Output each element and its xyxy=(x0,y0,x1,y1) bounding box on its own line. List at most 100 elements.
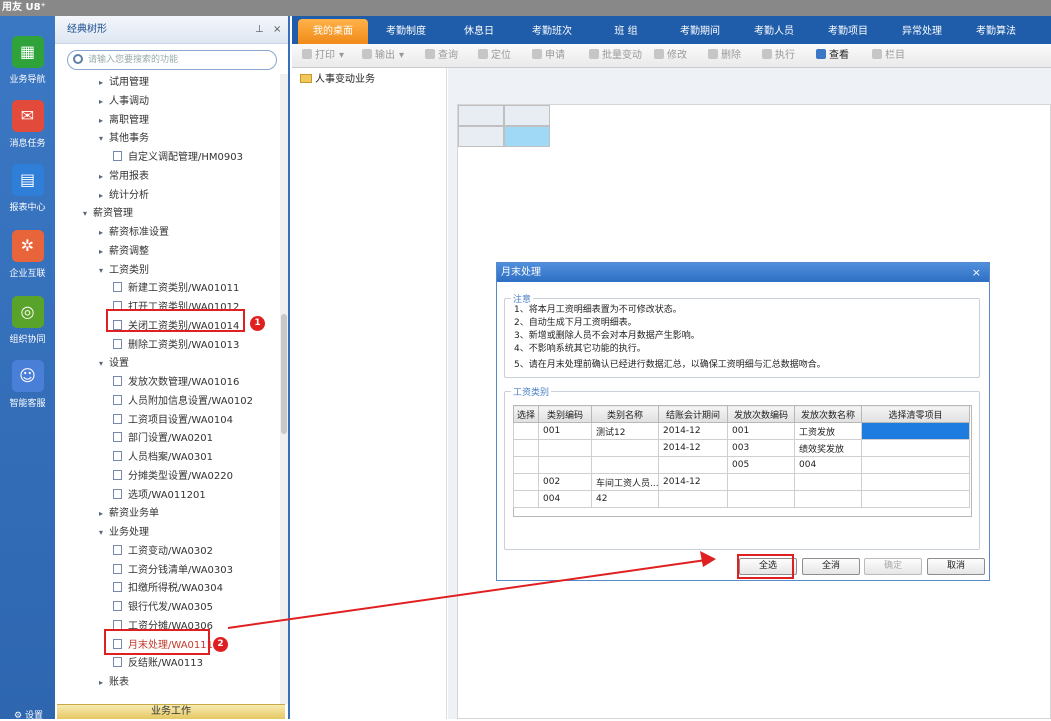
pin-icon[interactable]: ⊥ xyxy=(255,16,264,44)
tab-3[interactable]: 考勤班次 xyxy=(516,19,588,44)
toolbar-button-7[interactable]: 删除 xyxy=(708,44,741,68)
table-row[interactable]: 005 004 xyxy=(513,456,970,474)
dialog-close-icon[interactable]: × xyxy=(972,263,981,282)
tab-2[interactable]: 休息日 xyxy=(444,19,514,44)
tree-leaf[interactable]: 银行代发/WA0305 xyxy=(113,599,213,617)
clear-all-button[interactable]: 全消 xyxy=(802,558,860,575)
tab-4[interactable]: 班 组 xyxy=(590,19,662,44)
tree-leaf[interactable]: 工资变动/WA0302 xyxy=(113,543,213,561)
table-cell[interactable] xyxy=(513,422,539,440)
tree-leaf[interactable]: 发放次数管理/WA01016 xyxy=(113,374,239,392)
tree-folder[interactable]: ▾ 薪资管理 xyxy=(83,205,133,223)
tab-bar: 我的桌面考勤制度休息日考勤班次班 组考勤期间考勤人员考勤项目异常处理考勤算法假期 xyxy=(292,16,1051,44)
nav-business[interactable]: ▦ 业务导航 xyxy=(0,36,55,85)
tree-folder[interactable]: ▾ 其他事务 xyxy=(99,130,149,148)
cancel-button[interactable]: 取消 xyxy=(927,558,985,575)
nav-settings[interactable]: ⚙ 设置 xyxy=(0,708,55,721)
toolbar-label: 批量变动 xyxy=(602,50,642,61)
tree-folder[interactable]: ▾ 业务处理 xyxy=(99,524,149,542)
nav-report[interactable]: ▤ 报表中心 xyxy=(0,164,55,213)
tab-10[interactable]: 假期 xyxy=(1034,19,1051,44)
tree-leaf[interactable]: 反结账/WA0113 xyxy=(113,655,203,673)
column-header[interactable]: 类别编码 xyxy=(538,405,592,423)
tab-1[interactable]: 考勤制度 xyxy=(370,19,442,44)
tree-scrollbar[interactable] xyxy=(280,74,288,704)
close-icon[interactable]: × xyxy=(273,16,281,44)
tree-leaf[interactable]: 新建工资类别/WA01011 xyxy=(113,280,239,298)
column-header[interactable]: 选择清零项目 xyxy=(861,405,970,423)
tree-folder[interactable]: ▸ 离职管理 xyxy=(99,112,149,130)
toolbar-button-2[interactable]: 查询 xyxy=(425,44,458,68)
toolbar-button-3[interactable]: 定位 xyxy=(478,44,511,68)
table-row[interactable]: 002 车间工资人员... 2014-12 xyxy=(513,473,970,491)
search-input[interactable]: 请输入您要搜索的功能 xyxy=(67,50,277,70)
tree-leaf[interactable]: 工资分钱清单/WA0303 xyxy=(113,562,233,580)
tree-folder[interactable]: ▸ 人事调动 xyxy=(99,93,149,111)
tree-leaf[interactable]: 人员档案/WA0301 xyxy=(113,449,213,467)
nav-service[interactable]: ☺ 智能客服 xyxy=(0,360,55,409)
tree-panel-title: 经典树形 xyxy=(67,24,107,35)
column-header[interactable]: 选择 xyxy=(513,405,539,423)
tree-leaf[interactable]: 自定义调配管理/HM0903 xyxy=(113,149,243,167)
tab-9[interactable]: 考勤算法 xyxy=(960,19,1032,44)
tree-leaf[interactable]: 分摊类型设置/WA0220 xyxy=(113,468,233,486)
tree-root[interactable]: 人事变动业务 xyxy=(300,70,375,85)
toolbar-button-8[interactable]: 执行 xyxy=(762,44,795,68)
toolbar-button-9[interactable]: 查看 xyxy=(816,44,849,68)
nav-settings-label: 设置 xyxy=(24,711,43,721)
nav-org[interactable]: ◎ 组织协同 xyxy=(0,296,55,345)
ok-button[interactable]: 确定 xyxy=(864,558,922,575)
toolbar-button-10[interactable]: 栏目 xyxy=(872,44,905,68)
tree-leaf[interactable]: 删除工资类别/WA01013 xyxy=(113,337,239,355)
table-cell[interactable] xyxy=(513,439,539,457)
tab-0[interactable]: 我的桌面 xyxy=(298,19,368,44)
tree-folder[interactable]: ▸ 常用报表 xyxy=(99,168,149,186)
nav-message[interactable]: ✉ 消息任务 xyxy=(0,100,55,149)
table-cell[interactable] xyxy=(861,439,970,457)
tree-leaf[interactable]: 扣缴所得税/WA0304 xyxy=(113,580,223,598)
tree-folder[interactable]: ▾ 设置 xyxy=(99,355,129,373)
tree-folder[interactable]: ▸ 薪资业务单 xyxy=(99,505,159,523)
tree-folder[interactable]: ▸ 薪资调整 xyxy=(99,243,149,261)
toolbar-button-1[interactable]: 输出 ▾ xyxy=(362,44,404,68)
nav-enterprise[interactable]: ✲ 企业互联 xyxy=(0,230,55,279)
column-header[interactable]: 结账会计期间 xyxy=(658,405,728,423)
toolbar-button-5[interactable]: 批量变动 xyxy=(589,44,642,68)
table-cell[interactable] xyxy=(513,456,539,474)
table-cell[interactable] xyxy=(861,422,970,440)
nav-label: 报表中心 xyxy=(9,203,46,213)
tree-folder[interactable]: ▸ 账表 xyxy=(99,674,129,692)
tree-leaf[interactable]: 选项/WA011201 xyxy=(113,487,206,505)
toolbar-label: 查看 xyxy=(829,50,849,61)
table-cell[interactable] xyxy=(861,473,970,491)
tab-6[interactable]: 考勤人员 xyxy=(738,19,810,44)
column-header[interactable]: 发放次数编码 xyxy=(727,405,795,423)
toolbar-button-4[interactable]: 申请 xyxy=(532,44,565,68)
column-header[interactable]: 类别名称 xyxy=(591,405,659,423)
scrollbar-thumb[interactable] xyxy=(281,314,287,434)
tree-folder[interactable]: ▸凭证查询 xyxy=(99,693,149,694)
tree-folder[interactable]: ▾ 工资类别 xyxy=(99,262,149,280)
column-header[interactable]: 发放次数名称 xyxy=(794,405,862,423)
table-cell[interactable] xyxy=(513,490,539,508)
table-row[interactable]: 001 测试12 2014-12 001 工资发放 xyxy=(513,422,970,440)
business-work-button[interactable]: 业务工作 xyxy=(57,704,285,719)
table-row[interactable]: 2014-12 003 绩效奖发放 xyxy=(513,439,970,457)
toolbar-button-6[interactable]: 修改 xyxy=(654,44,687,68)
tab-7[interactable]: 考勤项目 xyxy=(812,19,884,44)
tree-leaf[interactable]: 工资项目设置/WA0104 xyxy=(113,412,233,430)
tab-5[interactable]: 考勤期间 xyxy=(664,19,736,44)
toolbar-button-0[interactable]: 打印 ▾ xyxy=(302,44,344,68)
tree-folder[interactable]: ▸ 试用管理 xyxy=(99,74,149,92)
table-row[interactable]: 004 42 xyxy=(513,490,970,508)
table-cell[interactable] xyxy=(861,456,970,474)
table-cell[interactable] xyxy=(513,473,539,491)
tab-8[interactable]: 异常处理 xyxy=(886,19,958,44)
tree-folder[interactable]: ▸ 统计分析 xyxy=(99,187,149,205)
table-cell[interactable] xyxy=(861,490,970,508)
document-icon xyxy=(113,488,122,499)
tree-leaf[interactable]: 人员附加信息设置/WA0102 xyxy=(113,393,253,411)
tree-leaf[interactable]: 部门设置/WA0201 xyxy=(113,430,213,448)
tree-folder[interactable]: ▸ 薪资标准设置 xyxy=(99,224,169,242)
nav-label: 消息任务 xyxy=(9,139,46,149)
